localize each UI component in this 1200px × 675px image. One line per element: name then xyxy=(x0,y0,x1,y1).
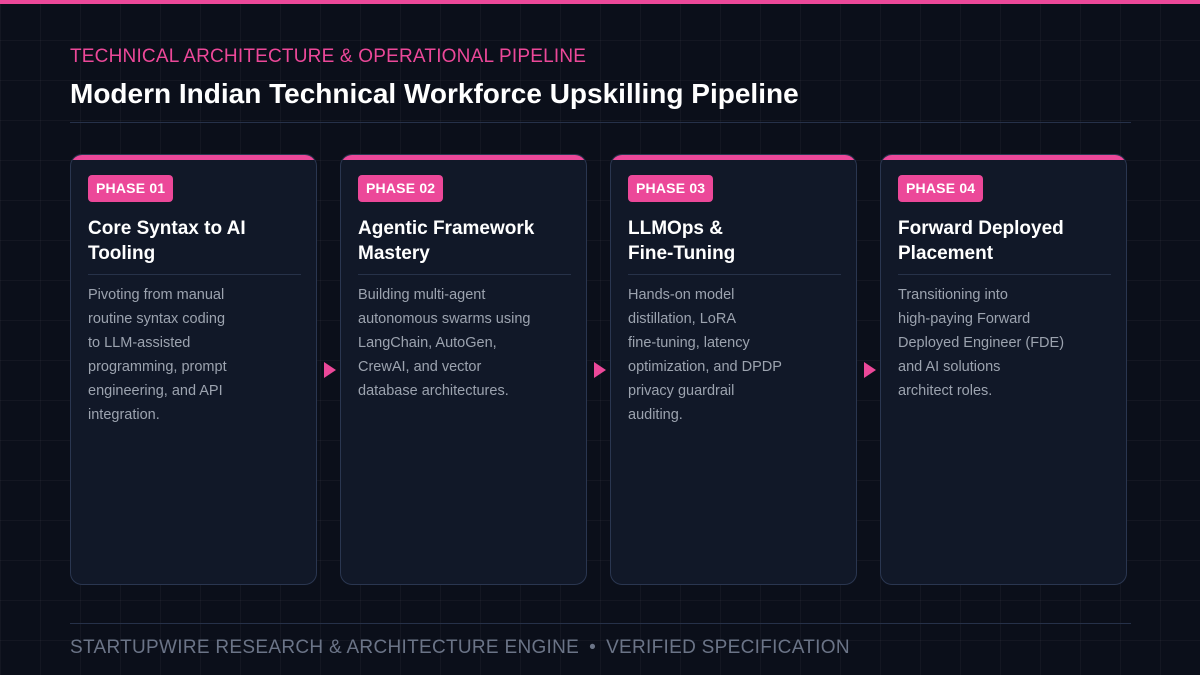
footer-divider xyxy=(70,623,1131,624)
footer-separator: • xyxy=(589,637,597,658)
phase-description-line: to LLM-assisted xyxy=(88,335,191,351)
flow-arrow-icon xyxy=(864,362,876,378)
phase-description-line: Deployed Engineer (FDE) xyxy=(898,335,1065,351)
phase-badge: PHASE 04 xyxy=(898,175,984,202)
phase-description: Hands-on model distillation, LoRA fine-t… xyxy=(628,283,833,427)
phase-description: Transitioning into high-paying Forward D… xyxy=(898,283,1103,403)
phase-title-line: LLMOps & xyxy=(628,218,723,239)
phase-description-line: programming, prompt xyxy=(88,359,227,375)
footer-status: VERIFIED SPECIFICATION xyxy=(606,637,850,658)
phase-title: LLMOps & Fine-Tuning xyxy=(628,216,833,266)
card-divider xyxy=(898,274,1111,275)
flow-arrow-icon xyxy=(324,362,336,378)
phase-title-line: Placement xyxy=(898,243,994,264)
phase-description-line: distillation, LoRA xyxy=(628,311,736,327)
phase-description-line: LangChain, AutoGen, xyxy=(358,335,497,351)
phase-description: Pivoting from manual routine syntax codi… xyxy=(88,283,293,427)
phase-badge: PHASE 01 xyxy=(88,175,174,202)
phase-title-line: Mastery xyxy=(358,243,430,264)
card-divider xyxy=(628,274,841,275)
footer: STARTUPWIRE RESEARCH & ARCHITECTURE ENGI… xyxy=(70,637,850,659)
phase-description-line: CrewAI, and vector xyxy=(358,359,482,375)
phase-card-2: PHASE 02 Agentic Framework Mastery Build… xyxy=(340,154,587,585)
phase-description-line: routine syntax coding xyxy=(88,311,226,327)
page-title: Modern Indian Technical Workforce Upskil… xyxy=(70,78,799,109)
phase-description-line: Pivoting from manual xyxy=(88,287,225,303)
phase-description-line: auditing. xyxy=(628,407,683,423)
phase-description-line: architect roles. xyxy=(898,383,993,399)
flow-arrow-icon xyxy=(594,362,606,378)
phase-description-line: fine-tuning, latency xyxy=(628,335,750,351)
phase-title-line: Fine-Tuning xyxy=(628,243,736,264)
card-divider xyxy=(358,274,571,275)
phase-description-line: Transitioning into xyxy=(898,287,1008,303)
phase-description-line: engineering, and API xyxy=(88,383,223,399)
phase-description-line: optimization, and DPDP xyxy=(628,359,782,375)
footer-source: STARTUPWIRE RESEARCH & ARCHITECTURE ENGI… xyxy=(70,637,580,658)
phase-description-line: Hands-on model xyxy=(628,287,735,303)
card-accent-bar xyxy=(341,155,586,160)
top-accent-bar xyxy=(0,0,1200,4)
card-accent-bar xyxy=(611,155,856,160)
phase-card-3: PHASE 03 LLMOps & Fine-Tuning Hands-on m… xyxy=(610,154,857,585)
phase-description-line: high-paying Forward xyxy=(898,311,1031,327)
header: TECHNICAL ARCHITECTURE & OPERATIONAL PIP… xyxy=(70,46,1131,110)
phase-badge: PHASE 02 xyxy=(358,175,444,202)
phase-title-line: Tooling xyxy=(88,243,156,264)
phase-title: Core Syntax to AI Tooling xyxy=(88,216,293,266)
phase-description-line: and AI solutions xyxy=(898,359,1001,375)
phase-title-line: Core Syntax to AI xyxy=(88,218,246,239)
phase-description-line: integration. xyxy=(88,407,160,423)
phase-description-line: database architectures. xyxy=(358,383,509,399)
phase-description: Building multi-agent autonomous swarms u… xyxy=(358,283,563,403)
phase-card-4: PHASE 04 Forward Deployed Placement Tran… xyxy=(880,154,1127,585)
phase-title: Agentic Framework Mastery xyxy=(358,216,563,266)
phase-description-line: privacy guardrail xyxy=(628,383,735,399)
card-accent-bar xyxy=(71,155,316,160)
phase-badge: PHASE 03 xyxy=(628,175,714,202)
card-divider xyxy=(88,274,301,275)
page-kicker: TECHNICAL ARCHITECTURE & OPERATIONAL PIP… xyxy=(70,46,587,67)
card-accent-bar xyxy=(881,155,1126,160)
phase-title: Forward Deployed Placement xyxy=(898,216,1103,266)
phase-description-line: autonomous swarms using xyxy=(358,311,531,327)
phase-description-line: Building multi-agent xyxy=(358,287,486,303)
header-divider xyxy=(70,122,1131,123)
phase-title-line: Agentic Framework xyxy=(358,218,535,239)
phase-title-line: Forward Deployed xyxy=(898,218,1064,239)
phase-card-1: PHASE 01 Core Syntax to AI Tooling Pivot… xyxy=(70,154,317,585)
